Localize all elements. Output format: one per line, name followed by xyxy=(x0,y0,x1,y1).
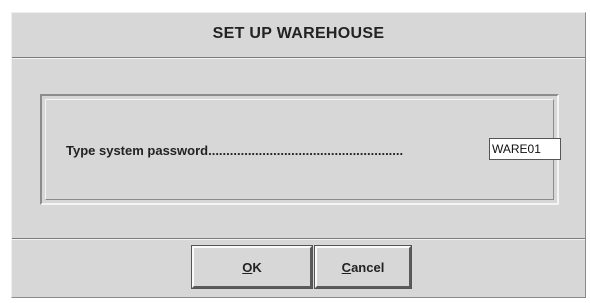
ok-mnemonic: O xyxy=(242,259,253,275)
title-divider xyxy=(12,57,585,59)
system-password-input[interactable] xyxy=(489,138,561,160)
dialog-title: SET UP WAREHOUSE xyxy=(212,25,385,42)
ok-label-rest: K xyxy=(252,259,262,275)
cancel-mnemonic: C xyxy=(341,259,352,275)
password-prompt-label: Type system password....................… xyxy=(66,143,404,158)
button-divider xyxy=(12,238,585,240)
cancel-button[interactable]: Cancel xyxy=(314,245,412,289)
setup-warehouse-dialog: SET UP WAREHOUSE Type system password...… xyxy=(11,12,586,298)
ok-button[interactable]: OK xyxy=(191,245,313,289)
dialog-title-bar: SET UP WAREHOUSE xyxy=(12,13,585,55)
cancel-label-rest: ancel xyxy=(351,259,385,275)
password-panel: Type system password....................… xyxy=(40,94,561,205)
